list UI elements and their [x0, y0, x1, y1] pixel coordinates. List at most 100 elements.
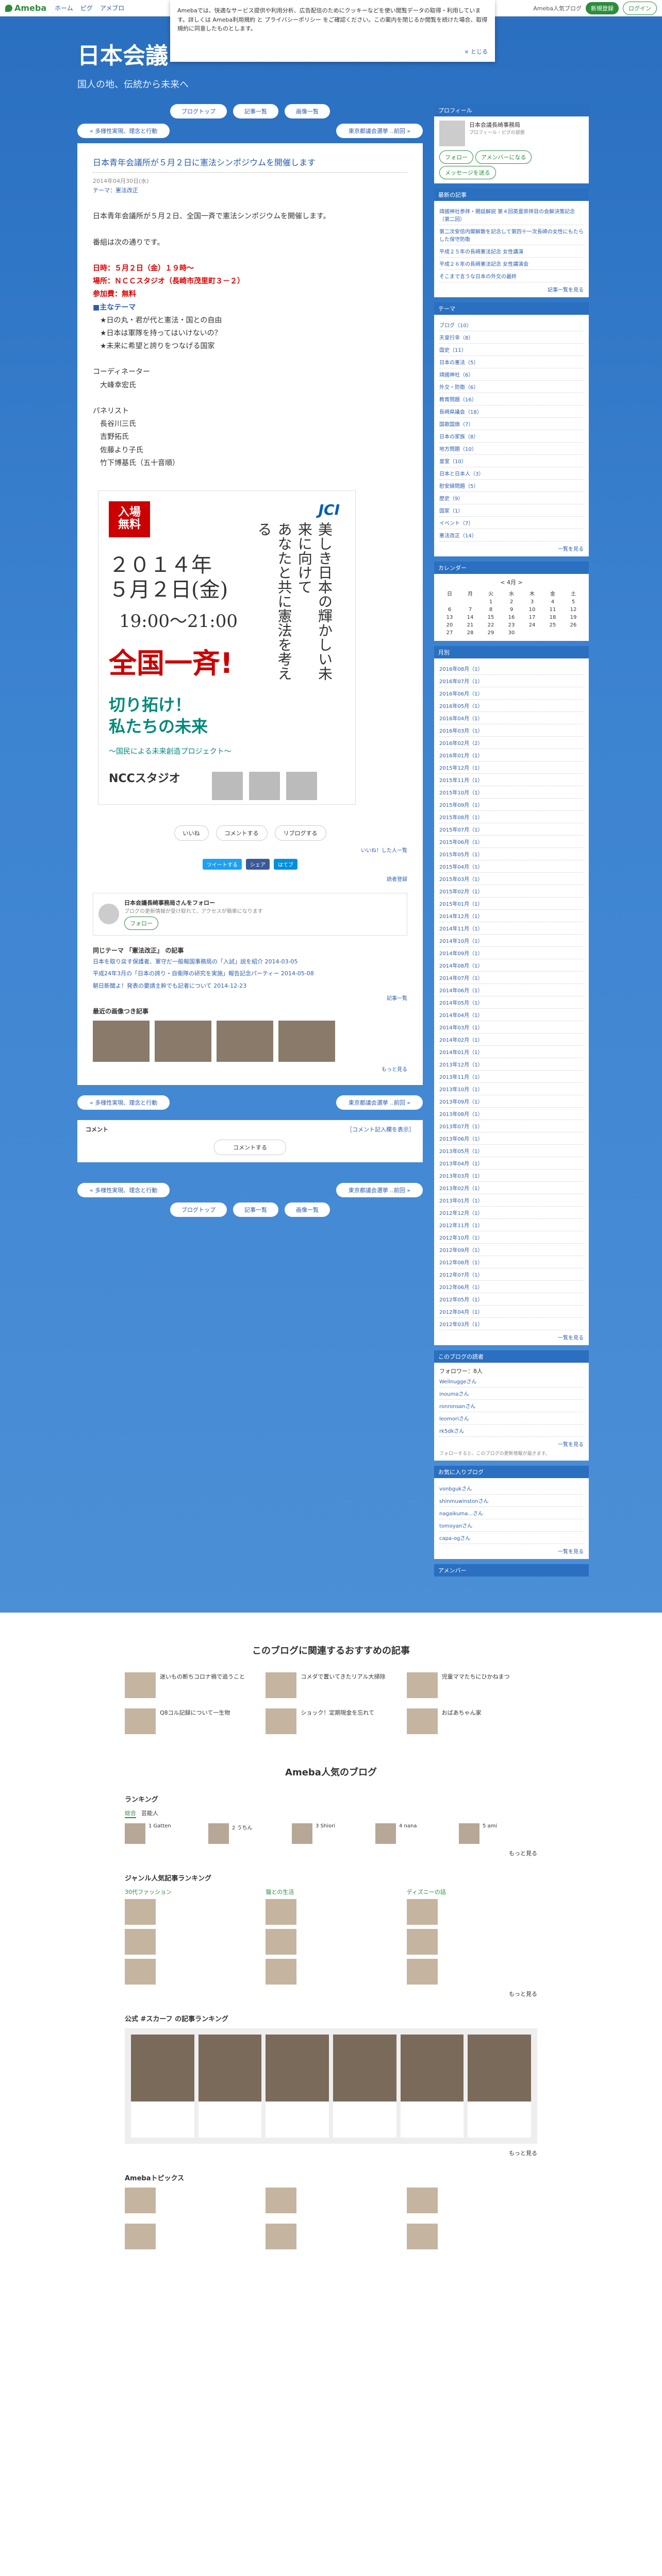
recommend-item[interactable]: 迷いもの断ちコロナ禍で追うこと — [125, 1672, 255, 1698]
theme-item[interactable]: ブログ（10） — [439, 319, 584, 331]
photo-entry-thumb[interactable] — [93, 1021, 150, 1062]
favorite-blog-item[interactable]: shinmuwinstonさん — [439, 1495, 584, 1507]
theme-item[interactable]: イベント（7） — [439, 517, 584, 529]
genre-item[interactable] — [125, 1929, 255, 1955]
topic-item[interactable] — [266, 2224, 396, 2249]
like-button[interactable]: いいね — [174, 825, 209, 841]
calendar-month[interactable]: < 4月 > — [439, 578, 584, 586]
archive-item[interactable]: 2014年10月（1） — [439, 935, 584, 947]
recent-entry[interactable]: そこまで言うな日本の外交の最終 — [439, 270, 584, 282]
genre-item[interactable] — [266, 1929, 396, 1955]
blog-top-button-bottom[interactable]: ブログトップ — [170, 1202, 227, 1217]
ameba-logo[interactable]: Ameba — [5, 3, 46, 13]
archive-item[interactable]: 2014年09月（1） — [439, 947, 584, 959]
archive-item[interactable]: 2013年03月（1） — [439, 1170, 584, 1182]
official-card[interactable] — [266, 2035, 329, 2138]
archive-item[interactable]: 2013年06月（1） — [439, 1132, 584, 1145]
recommend-item[interactable]: Q8コル記録について一生物 — [125, 1708, 255, 1734]
topic-item[interactable] — [406, 2224, 537, 2249]
archive-item[interactable]: 2015年02月（1） — [439, 885, 584, 897]
calendar-day[interactable]: 1 — [481, 598, 501, 606]
archive-item[interactable]: 2013年08月（1） — [439, 1108, 584, 1120]
profile-message-button[interactable]: メッセージを送る — [439, 166, 496, 179]
archive-item[interactable]: 2015年12月（1） — [439, 761, 584, 774]
next-entry-link[interactable]: 東京都議会選挙 ‥前回 » — [336, 124, 423, 138]
reblog-button[interactable]: リブログする — [274, 825, 326, 841]
follower-item[interactable]: leomoriさん — [439, 1412, 584, 1425]
favorite-blog-item[interactable]: capa-ogさん — [439, 1532, 584, 1544]
calendar-day[interactable]: 9 — [501, 606, 522, 614]
recent-entry[interactable]: 靖國神社参拝・開話解説 第４回英霊崇拝目の会解決策記念（第二回） — [439, 205, 584, 225]
archive-item[interactable]: 2016年01月（1） — [439, 749, 584, 761]
ranking-item[interactable]: 4 nana — [375, 1823, 454, 1844]
share-button[interactable]: シェア — [246, 858, 270, 870]
photo-entry-thumb[interactable] — [155, 1021, 211, 1062]
recent-entry[interactable]: 第二次安倍内閣解散を記念して第四十一次長崎の女性にもたらした保守防衛 — [439, 225, 584, 245]
archive-item[interactable]: 2015年01月（1） — [439, 897, 584, 910]
calendar-day[interactable]: 20 — [439, 621, 460, 629]
genre-column-title[interactable]: 猫との生活 — [266, 1888, 396, 1896]
theme-item[interactable]: 国家（1） — [439, 504, 584, 517]
official-more-link[interactable]: もっと見る — [125, 2149, 537, 2157]
archive-item[interactable]: 2015年04月（1） — [439, 860, 584, 873]
next-entry-link-bottom-2[interactable]: 東京都議会選挙 ‥前回 » — [336, 1183, 423, 1198]
archive-item[interactable]: 2012年10月（1） — [439, 1231, 584, 1244]
popular-blog-link[interactable]: Ameba人気ブログ — [533, 4, 582, 12]
blog-top-button[interactable]: ブログトップ — [170, 104, 227, 118]
calendar-day[interactable]: 16 — [501, 614, 522, 621]
archive-item[interactable]: 2014年04月（1） — [439, 1009, 584, 1021]
calendar-day[interactable]: 22 — [481, 621, 501, 629]
calendar-day[interactable]: 14 — [460, 614, 481, 621]
photo-entry-thumb[interactable] — [217, 1021, 273, 1062]
calendar-day[interactable]: 29 — [481, 629, 501, 637]
theme-item[interactable]: 天皇行幸（8） — [439, 331, 584, 344]
follower-item[interactable]: inoumaさん — [439, 1387, 584, 1400]
ranking-item[interactable]: 1 Gatten — [125, 1823, 203, 1844]
login-button[interactable]: ログイン — [623, 1, 657, 15]
theme-item[interactable]: 外交・防衛（6） — [439, 381, 584, 393]
archive-item[interactable]: 2012年06月（1） — [439, 1281, 584, 1293]
follower-item[interactable]: rk5dkさん — [439, 1425, 584, 1437]
genre-item[interactable] — [406, 1959, 537, 1985]
calendar-day[interactable]: 5 — [563, 598, 584, 606]
recommend-item[interactable]: 児童ママたちにひかねまつ — [406, 1672, 537, 1698]
archive-item[interactable]: 2013年12月（1） — [439, 1058, 584, 1071]
comment-button[interactable]: コメントする — [216, 825, 268, 841]
tweet-button[interactable]: ツイートする — [203, 858, 242, 870]
profile-follow-button[interactable]: フォロー — [439, 150, 473, 164]
reader-register-link[interactable]: 読者登録 — [93, 875, 407, 883]
hatena-button[interactable]: はてブ — [274, 858, 297, 870]
calendar-day[interactable]: 11 — [542, 606, 563, 614]
archive-item[interactable]: 2015年07月（1） — [439, 823, 584, 836]
archive-item[interactable]: 2012年08月（1） — [439, 1256, 584, 1268]
ranking-more-link[interactable]: もっと見る — [125, 1849, 537, 1857]
calendar-day[interactable]: 7 — [460, 606, 481, 614]
theme-item[interactable]: 日本の憲法（5） — [439, 356, 584, 368]
archive-item[interactable]: 2016年06月（1） — [439, 687, 584, 700]
calendar-day[interactable]: 19 — [563, 614, 584, 621]
topic-item[interactable] — [125, 2224, 255, 2249]
calendar-day[interactable]: 25 — [542, 621, 563, 629]
prev-entry-link[interactable]: « 多様性実現、理念と行動 — [77, 124, 170, 138]
follower-item[interactable]: Wellnuggeさん — [439, 1375, 584, 1387]
genre-item[interactable] — [266, 1959, 396, 1985]
entry-theme[interactable]: テーマ：憲法改正 — [93, 187, 138, 194]
image-list-button-bottom[interactable]: 画像一覧 — [285, 1202, 330, 1217]
calendar-day[interactable]: 15 — [481, 614, 501, 621]
archive-item[interactable]: 2014年06月（1） — [439, 984, 584, 996]
ranking-item[interactable]: 2 うちん — [208, 1823, 287, 1844]
followers-more-link[interactable]: 一覧を見る — [439, 1440, 584, 1448]
archive-item[interactable]: 2012年05月（1） — [439, 1293, 584, 1306]
calendar-day[interactable]: 12 — [563, 606, 584, 614]
archive-item[interactable]: 2016年03月（1） — [439, 724, 584, 737]
profile-sub[interactable]: プロフィール・ピグの部屋 — [469, 129, 525, 135]
profile-amember-button[interactable]: アメンバーになる — [475, 150, 532, 164]
recent-entry[interactable]: 平成２５年の長崎憲法記念 女性講演 — [439, 245, 584, 258]
recent-more-link[interactable]: 記事一覧を見る — [439, 285, 584, 293]
archive-item[interactable]: 2014年11月（1） — [439, 922, 584, 935]
calendar-day[interactable]: 18 — [542, 614, 563, 621]
official-card[interactable] — [468, 2035, 531, 2138]
archive-item[interactable]: 2013年04月（1） — [439, 1157, 584, 1170]
related-item[interactable]: 朝日新聞よ！発表の要請主幹でも記者について 2014-12-23 — [93, 982, 407, 990]
recommend-item[interactable]: コメダで置いてきたリアル大掃除 — [266, 1672, 396, 1698]
